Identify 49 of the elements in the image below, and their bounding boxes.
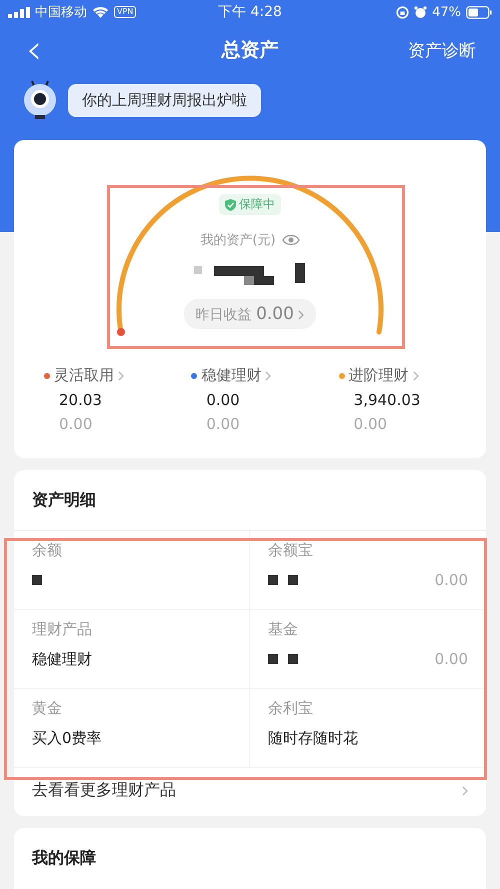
cell-value: 买入0费率: [32, 728, 102, 748]
category-amount: 0.00: [206, 391, 241, 409]
status-time: 下午 4:28: [218, 3, 282, 21]
chevron-icon: [298, 310, 304, 320]
wifi-icon: [92, 6, 109, 18]
category-yesterday: 0.00: [354, 415, 388, 433]
cell-label: 余额宝: [268, 541, 314, 560]
cell-label: 理财产品: [32, 620, 93, 639]
weekly-report-bubble[interactable]: 你的上周理财周报出炉啦: [68, 84, 261, 116]
category-amount: 3,940.03: [354, 391, 422, 409]
category-link[interactable]: 稳健理财: [201, 366, 262, 385]
page-title: 总资产: [222, 38, 278, 63]
category-yesterday: 0.00: [206, 415, 241, 433]
more-products-link[interactable]: 去看看更多理财产品: [32, 780, 176, 801]
category-link[interactable]: 灵活取用: [54, 366, 114, 385]
eye-icon[interactable]: [282, 234, 300, 246]
cell-value: 稳健理财: [32, 650, 92, 668]
section-title: 我的保障: [30, 847, 97, 869]
asset-cell[interactable]: 余利宝 随时存随时花: [250, 689, 486, 768]
category-amount: 20.03: [59, 391, 103, 409]
asset-cell[interactable]: 理财产品 稳健理财: [14, 610, 250, 689]
vpn-badge: VPN: [114, 6, 136, 18]
cell-amount: 0.00: [434, 571, 468, 589]
section-title: 资产明细: [31, 489, 97, 511]
signal-icon: [8, 6, 30, 18]
asset-cell[interactable]: 黄金 买入0费率: [14, 689, 250, 768]
alarm-icon: [414, 6, 428, 18]
cell-label: 黄金: [32, 699, 63, 718]
back-button[interactable]: ‹: [20, 30, 48, 70]
chevron-icon: [265, 370, 272, 380]
rotation-lock-icon: [396, 6, 410, 18]
yesterday-earnings-button[interactable]: 昨日收益 0.00: [184, 299, 316, 329]
diagnosis-button[interactable]: 资产诊断: [408, 38, 476, 62]
category-yesterday: 0.00: [59, 415, 94, 433]
shield-icon: [225, 198, 236, 210]
carrier-name: 中国移动: [35, 4, 87, 21]
cell-label: 余利宝: [268, 699, 314, 718]
battery-icon: [466, 6, 492, 18]
asset-label: 我的资产(元): [200, 232, 276, 249]
category-link[interactable]: 进阶理财: [348, 366, 409, 385]
chevron-icon: [462, 786, 468, 796]
cell-value: 随时存随时花: [268, 728, 358, 748]
chevron-icon: [118, 370, 124, 380]
cell-label: 余额: [32, 541, 63, 560]
cell-amount: 0.00: [434, 650, 468, 668]
battery-percent: 47%: [432, 4, 461, 20]
chevron-icon: [412, 370, 419, 380]
cell-label: 基金: [268, 620, 299, 639]
protection-badge: 保障中: [219, 194, 281, 215]
